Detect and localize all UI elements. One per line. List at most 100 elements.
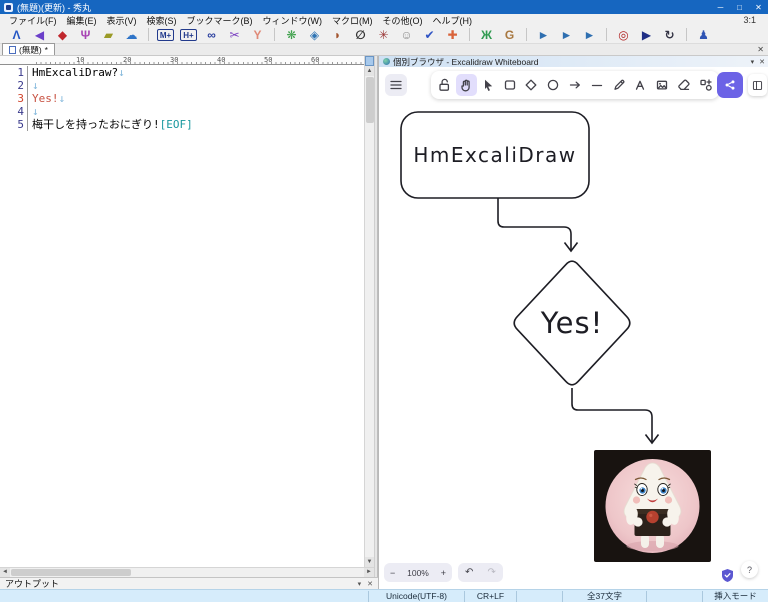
red-diamond-icon[interactable]: ◆	[51, 27, 74, 43]
tool-text[interactable]	[630, 74, 651, 96]
brown-circle-icon[interactable]: ◗	[326, 27, 349, 43]
tab-untitled[interactable]: (無題) *	[2, 43, 55, 55]
menu-other[interactable]: その他(O)	[378, 14, 428, 27]
editor-lines[interactable]: 1 HmExcaliDraw? ↓ 2 ↓ 3 Yes! ↓ 4 ↓ 5 梅干しを持ったおにぎ…	[0, 66, 364, 131]
blue-diamond-icon[interactable]: ◈	[303, 27, 326, 43]
editor-vertical-scrollbar[interactable]: ▲ ▼	[364, 56, 374, 567]
boot-step-icon[interactable]: ►	[555, 27, 578, 43]
status-input-mode[interactable]: 挿入モード	[702, 590, 768, 602]
tool-selection[interactable]	[478, 74, 499, 96]
zoom-out-button[interactable]: −	[390, 568, 395, 578]
g-icon[interactable]: G	[498, 27, 521, 43]
tool-arrow[interactable]	[565, 74, 586, 96]
tool-eraser[interactable]	[673, 74, 694, 96]
diamond-icon	[525, 79, 537, 91]
tool-image[interactable]	[652, 74, 673, 96]
tool-rectangle[interactable]	[499, 74, 520, 96]
tool-line[interactable]	[586, 74, 607, 96]
more-tools-icon	[699, 79, 712, 91]
editor-horizontal-scrollbar[interactable]: ◄ ►	[0, 567, 374, 577]
check-icon[interactable]: ✔	[418, 27, 441, 43]
ruler-number: 60	[311, 56, 320, 64]
boot-stop-icon[interactable]: ►	[578, 27, 601, 43]
octopus-icon[interactable]: Ψ	[74, 27, 97, 43]
caret-icon[interactable]: Λ	[5, 27, 28, 43]
menu-window[interactable]: ウィンドウ(W)	[258, 14, 328, 27]
tool-hand[interactable]	[455, 74, 477, 96]
ruler-number: 20	[123, 56, 132, 64]
menu-macro[interactable]: マクロ(M)	[327, 14, 378, 27]
editor-area[interactable]: 10 20 30 40 50 60 1 HmExcaliDraw? ↓ 2 ↓ 3 Yes! ↓ 4…	[0, 56, 364, 567]
line-text: Yes!	[32, 92, 59, 105]
arrow-icon	[569, 81, 580, 89]
scrollbar-split-button[interactable]	[365, 56, 374, 66]
scroll-down-icon[interactable]: ▼	[365, 557, 374, 567]
pane-close-button[interactable]: ✕	[757, 45, 764, 54]
menu-help[interactable]: ヘルプ(H)	[428, 14, 478, 27]
play-icon[interactable]: ▶	[635, 27, 658, 43]
red-ring-icon[interactable]: ◎	[612, 27, 635, 43]
purple-arrow-icon[interactable]: ◀	[28, 27, 51, 43]
green-flower-icon[interactable]: ❋	[280, 27, 303, 43]
scroll-right-icon[interactable]: ►	[364, 568, 374, 577]
menu-search[interactable]: 検索(S)	[142, 14, 182, 27]
y-icon[interactable]: Y	[246, 27, 269, 43]
oval-icon[interactable]: ∞	[200, 27, 223, 43]
face-icon[interactable]: ☺	[395, 27, 418, 43]
cloud-icon[interactable]: ☁	[120, 27, 143, 43]
scroll-up-icon[interactable]: ▲	[365, 66, 374, 76]
status-char-count: 全37文字	[562, 590, 646, 602]
zoom-in-button[interactable]: +	[441, 568, 446, 578]
help-button[interactable]: ?	[741, 561, 758, 578]
arrow-diamond-to-image[interactable]	[571, 388, 660, 445]
menu-file[interactable]: ファイル(F)	[4, 14, 62, 27]
ant-icon[interactable]: ♟	[692, 27, 715, 43]
cursor-icon	[484, 79, 493, 91]
close-button[interactable]: ✕	[749, 0, 768, 14]
line-end-mark: ↓	[32, 79, 39, 92]
arrow-rect-to-diamond[interactable]	[497, 198, 579, 253]
encryption-shield-icon[interactable]	[721, 568, 734, 584]
ruler-number: 10	[76, 56, 85, 64]
output-collapse-button[interactable]: ▾	[358, 580, 362, 588]
reload-icon[interactable]: ↻	[658, 27, 681, 43]
m-plus-icon[interactable]: M+	[157, 28, 174, 41]
plus-icon[interactable]: ✚	[441, 27, 464, 43]
tool-lock[interactable]	[434, 74, 455, 96]
output-close-button[interactable]: ✕	[367, 580, 373, 588]
zoom-level[interactable]: 100%	[407, 568, 429, 578]
tool-diamond[interactable]	[521, 74, 542, 96]
maximize-button[interactable]: □	[730, 0, 749, 14]
line-end-mark: ↓	[32, 105, 39, 118]
pane-collapse-button[interactable]: ▾	[751, 58, 755, 66]
folder-icon[interactable]: ▰	[97, 27, 120, 43]
redo-button[interactable]: ↷	[488, 567, 496, 578]
boot-run-icon[interactable]: ►	[532, 27, 555, 43]
browser-pane-title: 個別ブラウザ - Excalidraw Whiteboard	[393, 56, 539, 67]
share-button[interactable]	[717, 72, 743, 98]
hamburger-menu-button[interactable]	[385, 74, 407, 96]
tool-draw[interactable]	[608, 74, 629, 96]
vertical-scroll-thumb[interactable]	[366, 77, 374, 123]
compass-icon[interactable]: ∅	[349, 27, 372, 43]
scroll-left-icon[interactable]: ◄	[0, 568, 10, 577]
horizontal-scroll-thumb[interactable]	[11, 569, 131, 576]
menu-edit[interactable]: 編集(E)	[62, 14, 102, 27]
bug-icon[interactable]: Ж	[475, 27, 498, 43]
flowchart-rectangle[interactable]: HmExcaliDraw	[400, 111, 590, 199]
tool-more-tools[interactable]	[695, 74, 716, 96]
menu-view[interactable]: 表示(V)	[102, 14, 142, 27]
flowchart-diamond[interactable]: Yes!	[513, 260, 631, 386]
minimize-button[interactable]: ─	[711, 0, 730, 14]
pane-close-button-2[interactable]: ✕	[759, 58, 765, 66]
caret-position: 3:1	[743, 15, 756, 25]
scissors-icon[interactable]: ✂	[223, 27, 246, 43]
onigiri-image[interactable]	[594, 450, 711, 562]
excalidraw-canvas[interactable]: HmExcaliDraw Yes! − 100% + ↶ ↷ ?	[379, 67, 768, 589]
menu-bookmark[interactable]: ブックマーク(B)	[182, 14, 258, 27]
undo-button[interactable]: ↶	[465, 567, 473, 578]
library-button[interactable]	[748, 74, 767, 96]
tool-ellipse[interactable]	[543, 74, 564, 96]
h-plus-icon[interactable]: H+	[180, 28, 197, 41]
starburst-icon[interactable]: ✳	[372, 27, 395, 43]
